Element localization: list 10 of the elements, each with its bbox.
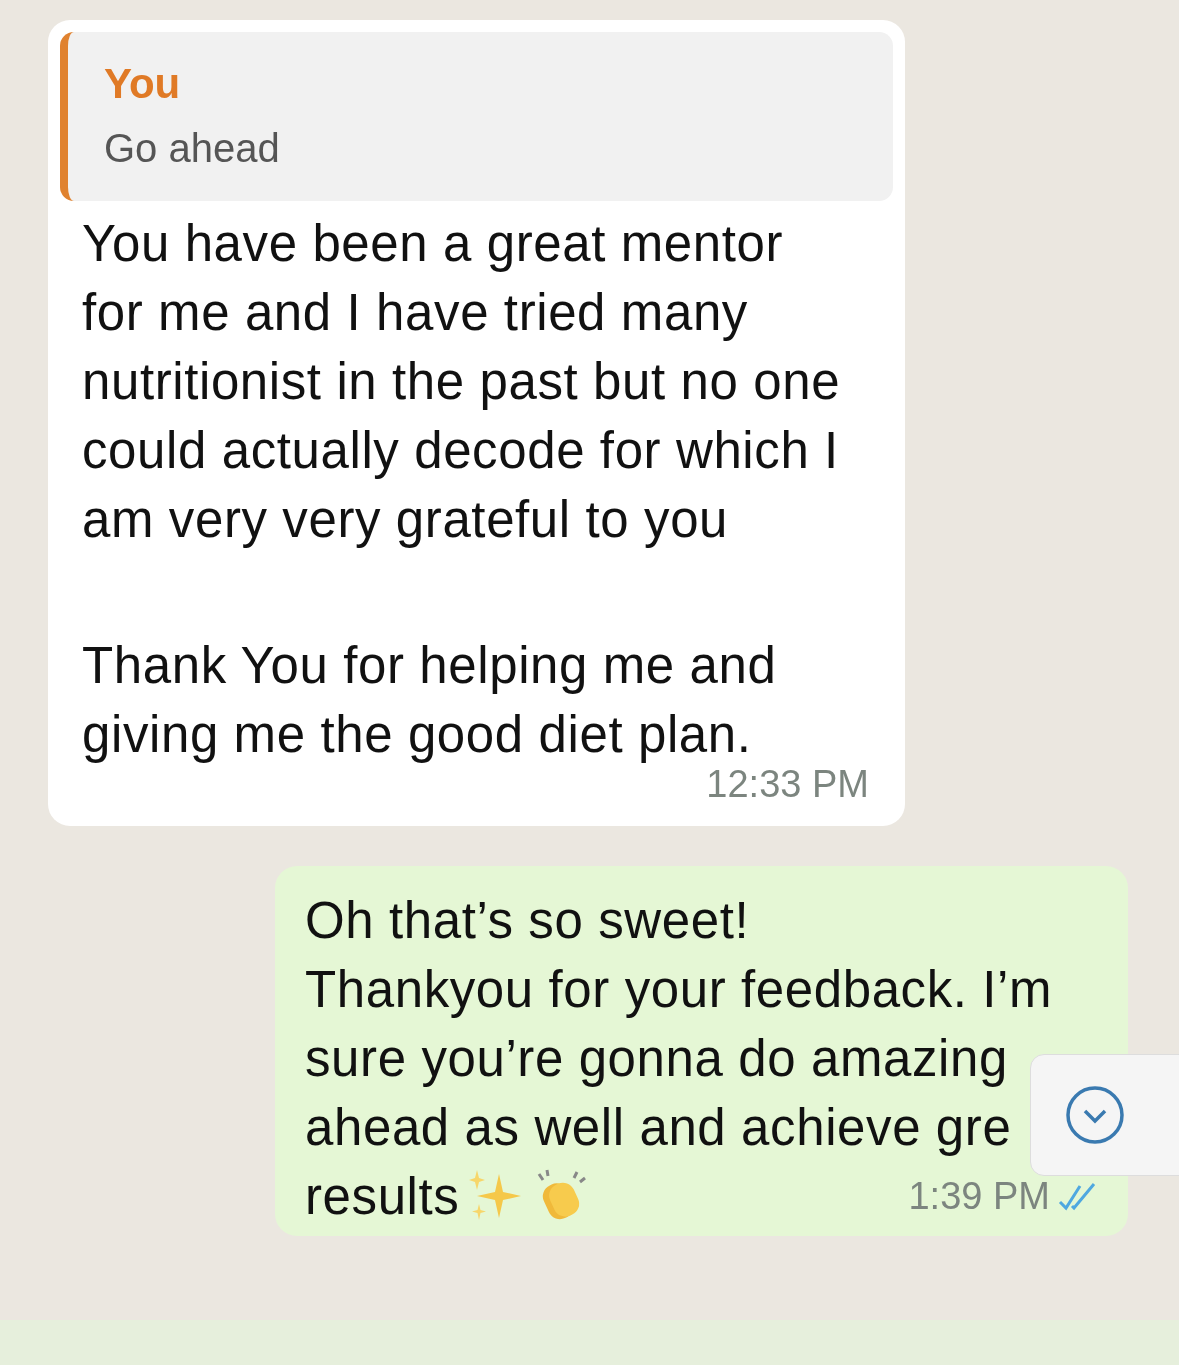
- message-text: Thank You for helping me and giving me the good diet plan.: [82, 637, 777, 763]
- scroll-down-button[interactable]: [1030, 1054, 1179, 1176]
- chevron-down-icon: [1064, 1084, 1126, 1146]
- timestamp: 12:33 PM: [706, 763, 869, 806]
- quote-text: Go ahead: [104, 126, 281, 171]
- message-text: results: [305, 1168, 460, 1225]
- timestamp: 1:39 PM: [908, 1175, 1050, 1218]
- quoted-message[interactable]: You Go ahead: [60, 32, 893, 201]
- message-text: You have been a great mentor for me and I have tried many nutritionist in the past but no one could actually decode for which I am very very grateful to you: [82, 215, 841, 548]
- quote-author: You: [104, 60, 182, 108]
